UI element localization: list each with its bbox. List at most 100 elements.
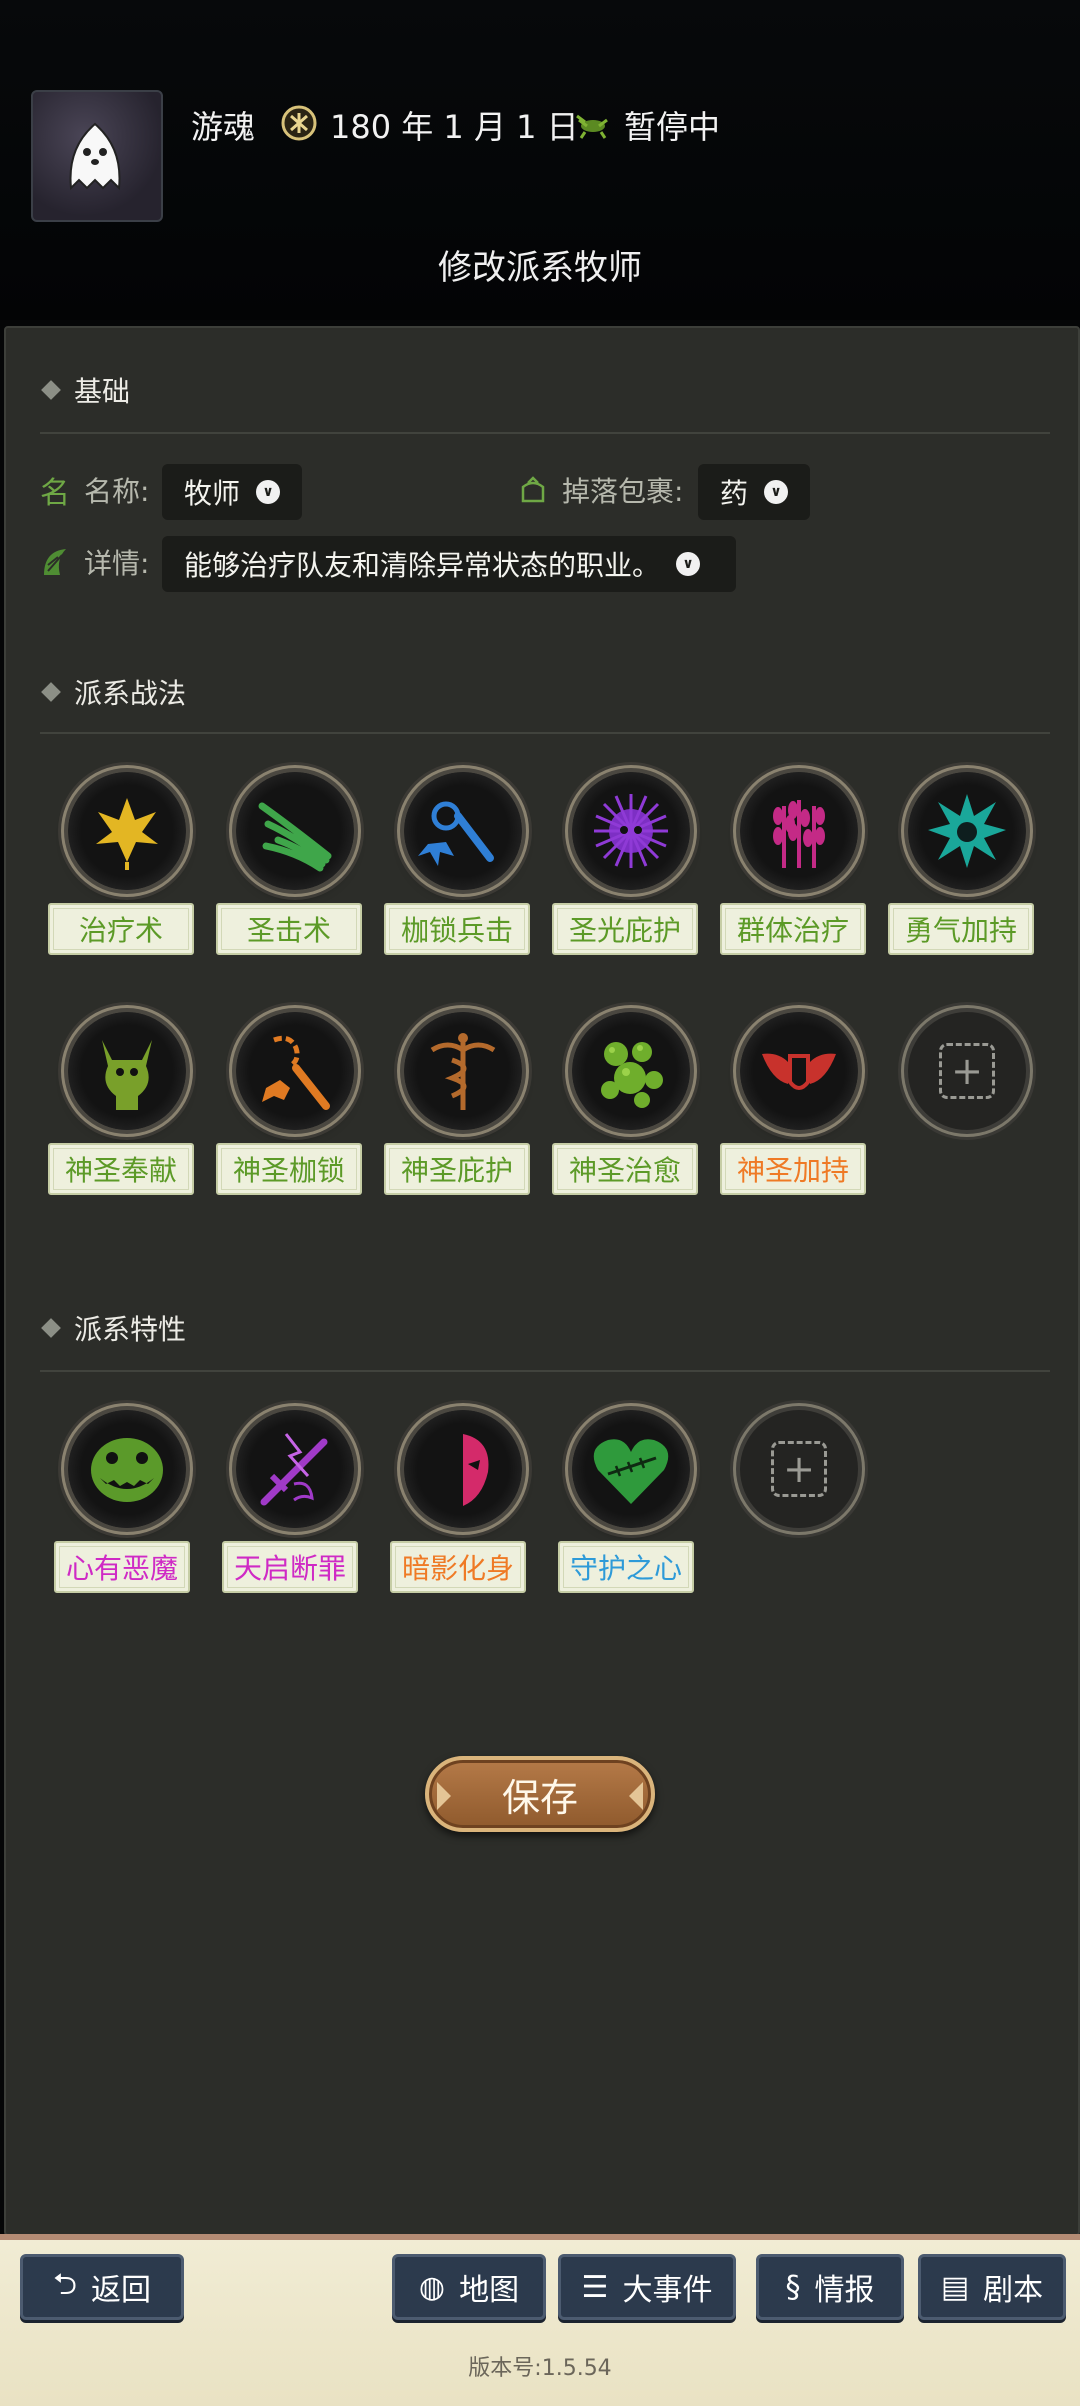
arrow-left-deco-icon (437, 1782, 451, 1810)
stitched-heart-icon (593, 1439, 669, 1504)
tactic-orb[interactable] (68, 772, 186, 890)
save-button-label: 保存 (501, 1775, 578, 1820)
drop-label: 掉落包裹: (562, 475, 684, 508)
claw-slash-icon (258, 802, 332, 872)
section-traits-title: 派系特性 (74, 1313, 187, 1346)
tactic-orb[interactable] (68, 1012, 186, 1130)
cricket-icon (576, 114, 608, 139)
tactic-label: 勇气加持 (888, 903, 1034, 955)
teal-burst-icon (928, 794, 1006, 868)
drop-select[interactable]: 药 ∨ (698, 464, 810, 520)
trait-orb[interactable] (572, 1410, 690, 1528)
chevron-down-icon: ∨ (256, 480, 281, 504)
detail-label: 详情: (84, 547, 150, 580)
section-traits: 派系特性 (41, 1308, 187, 1348)
tactic-orb[interactable] (404, 772, 522, 890)
spiky-burst-icon (594, 794, 668, 868)
add-trait-button[interactable]: + (740, 1410, 858, 1528)
tactic-label: 群体治疗 (720, 903, 866, 955)
winged-shield-icon (762, 1053, 836, 1090)
return-arrow-icon: ⮌ (52, 2266, 78, 2302)
list-icon: ☰ (581, 2269, 609, 2305)
trait-label: 暗影化身 (390, 1541, 526, 1593)
bubbles-icon (601, 1042, 663, 1108)
tactic-orb[interactable] (404, 1012, 522, 1130)
globe-icon: ◍ (418, 2269, 446, 2305)
name-label-row: 名 名称: (40, 468, 149, 512)
add-plus-icon: + (939, 1043, 995, 1099)
wheat-icon (773, 800, 825, 868)
save-button[interactable]: 保存 (425, 1756, 655, 1832)
map-button[interactable]: ◍ 地图 (392, 2254, 546, 2320)
map-label: 地图 (459, 2273, 520, 2308)
name-value: 牧师 (184, 477, 241, 510)
username: 游魂 (191, 108, 256, 146)
intel-button[interactable]: § 情报 (756, 2254, 904, 2320)
detail-select[interactable]: 能够治疗队友和清除异常状态的职业。 ∨ (162, 536, 736, 592)
tactic-label: 圣击术 (216, 903, 362, 955)
drop-label-row: 掉落包裹: (518, 468, 683, 512)
chevron-down-icon: ∨ (764, 480, 789, 504)
arrow-right-deco-icon (629, 1782, 643, 1810)
version-label: 版本号:1.5.54 (468, 2356, 612, 2381)
name-glyph-icon: 名 (40, 476, 70, 511)
bundle-icon (521, 476, 545, 503)
page-title: 修改派系牧师 (438, 248, 642, 288)
section-basic-title: 基础 (74, 375, 131, 408)
script-button[interactable]: ▤ 剧本 (918, 2254, 1066, 2320)
chain-flail-icon (418, 801, 494, 866)
horned-figure-icon (102, 1040, 152, 1110)
tactic-orb[interactable] (740, 772, 858, 890)
tactic-label: 神圣奉献 (48, 1143, 194, 1195)
back-button[interactable]: ⮌ 返回 (20, 2254, 184, 2320)
tactic-label: 神圣加持 (720, 1143, 866, 1195)
events-button[interactable]: ☰ 大事件 (558, 2254, 736, 2320)
detail-value: 能够治疗队友和清除异常状态的职业。 (184, 549, 661, 582)
trait-label: 心有恶魔 (54, 1541, 190, 1593)
scroll-icon (44, 549, 66, 575)
divider (40, 1370, 1050, 1372)
name-label: 名称: (84, 475, 150, 508)
demon-grin-icon (91, 1438, 163, 1502)
tactic-orb[interactable] (572, 1012, 690, 1130)
divider (40, 432, 1050, 434)
trait-orb[interactable] (404, 1410, 522, 1528)
player-avatar[interactable] (31, 90, 163, 222)
section-tactics: 派系战法 (41, 672, 187, 712)
tactic-label: 神圣枷锁 (216, 1143, 362, 1195)
intel-label: 情报 (814, 2273, 875, 2308)
name-select[interactable]: 牧师 ∨ (162, 464, 302, 520)
add-tactic-button[interactable]: + (908, 1012, 1026, 1130)
edit-faction-panel: 基础 名 名称: 牧师 ∨ 掉落包裹: 药 ∨ 详情: 能够治疗队友和清除异常状… (4, 326, 1080, 2236)
tactic-orb[interactable] (740, 1012, 858, 1130)
trait-orb[interactable] (68, 1410, 186, 1528)
trait-label: 天启断罪 (222, 1541, 358, 1593)
back-label: 返回 (91, 2273, 152, 2308)
tactic-label: 圣光庇护 (552, 903, 698, 955)
detail-label-row: 详情: (40, 540, 149, 584)
trait-label: 守护之心 (558, 1541, 694, 1593)
tactic-label: 治疗术 (48, 903, 194, 955)
script-label: 剧本 (983, 2273, 1044, 2308)
book-icon: ▤ (940, 2269, 970, 2305)
leaf-icon (96, 798, 158, 870)
trait-orb[interactable] (236, 1410, 354, 1528)
tactic-orb[interactable] (572, 772, 690, 890)
section-basic: 基础 (41, 370, 131, 410)
top-header: 游魂 180 年 1 月 1 日 暂停中 修改派系牧师 (0, 0, 1080, 320)
calendar-seal-icon (281, 105, 317, 141)
section-tactics-title: 派系战法 (74, 677, 187, 710)
game-date: 180 年 1 月 1 日 (330, 108, 579, 146)
tactic-orb[interactable] (236, 772, 354, 890)
tactic-orb[interactable] (908, 772, 1026, 890)
mace-chain-icon (262, 1035, 330, 1110)
add-plus-icon: + (771, 1441, 827, 1497)
tactic-orb[interactable] (236, 1012, 354, 1130)
diamond-bullet-icon (41, 1318, 61, 1338)
tactic-label: 枷锁兵击 (384, 903, 530, 955)
half-mask-icon (463, 1434, 489, 1506)
lightning-sword-icon (260, 1433, 328, 1506)
diamond-bullet-icon (41, 380, 61, 400)
chevron-down-icon: ∨ (676, 552, 701, 576)
tactic-label: 神圣治愈 (552, 1143, 698, 1195)
